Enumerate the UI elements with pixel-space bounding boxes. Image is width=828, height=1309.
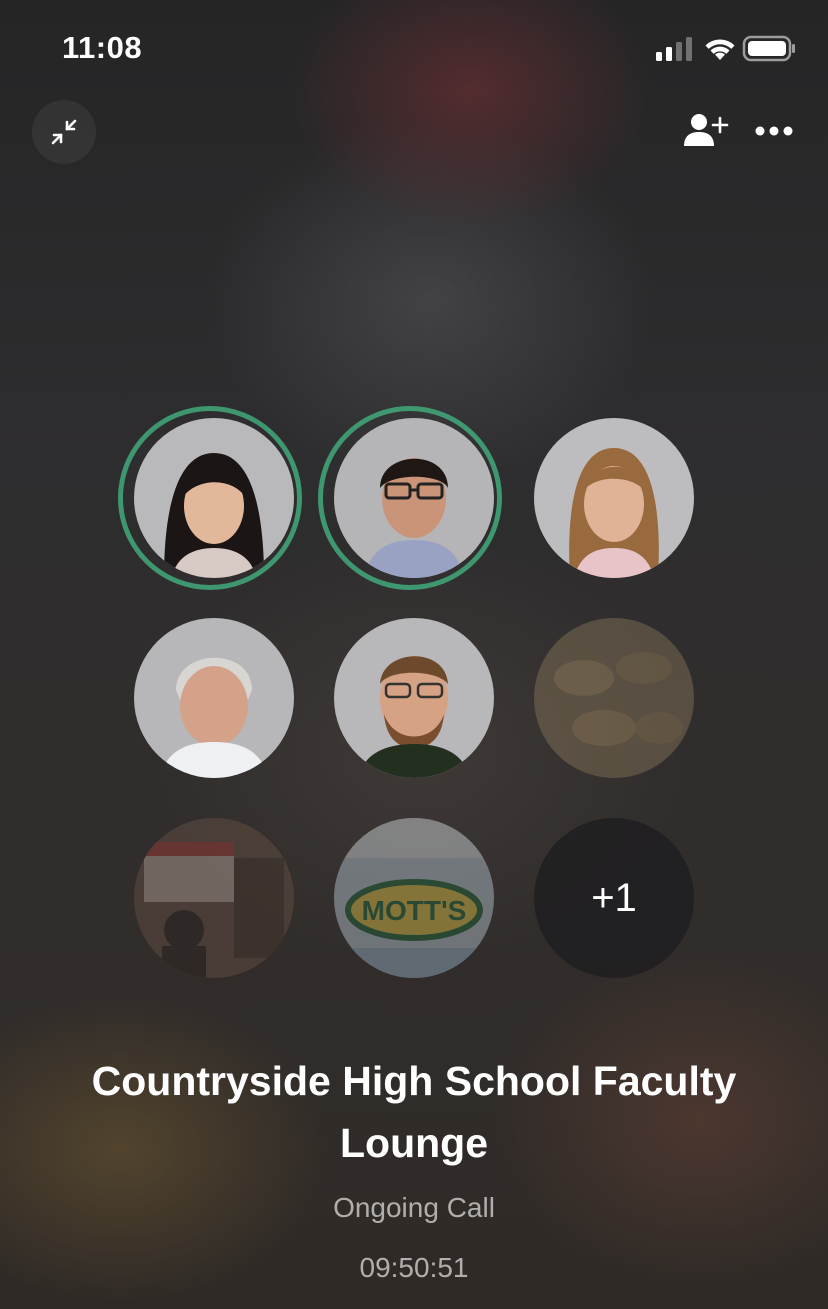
participant-avatar[interactable] [134,818,294,978]
participant-avatar[interactable]: MOTT'S [334,818,494,978]
participant-avatar[interactable] [134,618,294,778]
participant-avatar[interactable] [334,618,494,778]
call-title: Countryside High School Faculty Lounge [91,1058,737,1166]
add-user-button[interactable] [682,112,730,152]
more-options-icon [755,126,793,136]
status-icons [656,35,795,62]
participant-avatar[interactable] [534,418,694,578]
call-duration: 09:50:51 [359,1252,469,1283]
battery-icon [742,35,795,62]
mott-label: MOTT'S [362,895,467,926]
wifi-icon [705,39,735,60]
more-participants-button[interactable]: +1 [534,818,694,978]
participant-avatar[interactable] [134,418,294,578]
add-user-icon [684,114,729,146]
call-screen: 11:08 MOTT'S +1 Countryside High School … [0,0,828,1309]
call-status: Ongoing Call [333,1192,495,1223]
minimize-button[interactable] [32,100,96,164]
minimize-icon [51,119,77,145]
signal-icon [656,37,692,61]
more-options-button[interactable] [754,116,794,146]
status-time: 11:08 [62,30,143,65]
participant-avatar[interactable] [534,618,694,778]
participant-avatar[interactable] [334,418,494,578]
